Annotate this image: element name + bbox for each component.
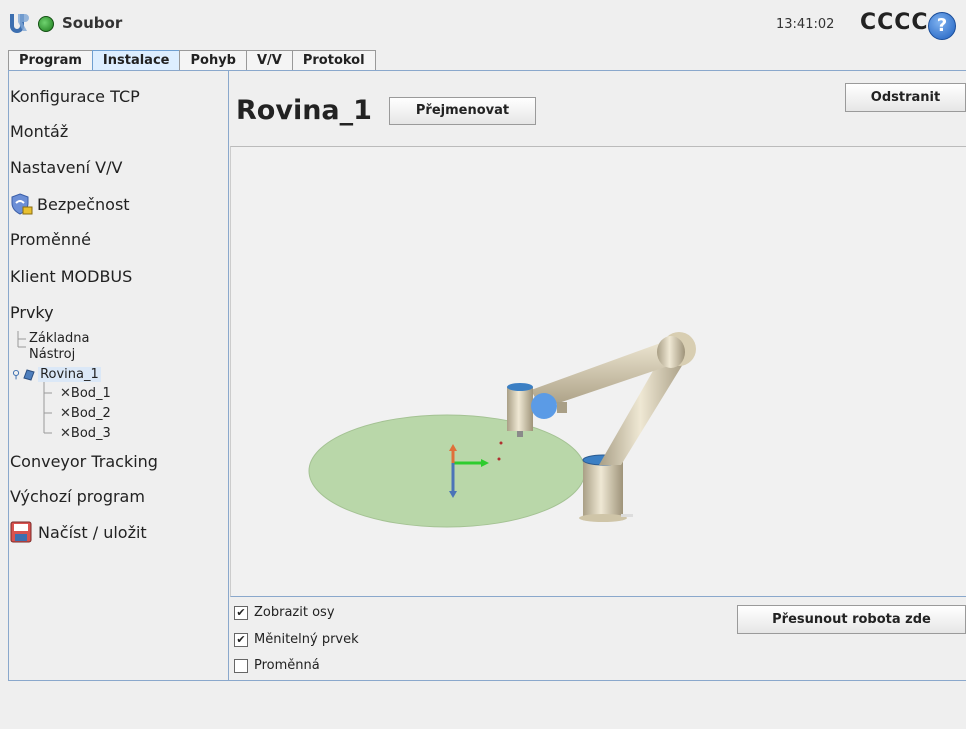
sidebar-item-label: Načíst / uložit	[38, 522, 147, 542]
sidebar-item-label: Bezpečnost	[37, 194, 130, 214]
installation-sidebar: Konfigurace TCP Montáž Nastavení V/V Bez…	[8, 71, 229, 680]
point-icon: ✕	[60, 426, 71, 441]
plane-feature-icon	[23, 368, 35, 381]
help-icon[interactable]: ?	[928, 12, 956, 40]
sidebar-item-variables[interactable]: Proměnné	[10, 230, 91, 249]
sidebar-item-tcp-config[interactable]: Konfigurace TCP	[10, 87, 140, 106]
sidebar-item-io-setup[interactable]: Nastavení V/V	[10, 158, 122, 177]
tree-item-plane-label: Rovina_1	[38, 367, 101, 382]
file-menu[interactable]: Soubor	[62, 14, 122, 32]
ur-logo-icon	[10, 14, 29, 33]
delete-button[interactable]: Odstranit	[845, 83, 966, 112]
point-label: Bod_1	[70, 386, 111, 401]
feature-plane	[308, 414, 586, 528]
show-axes-checkbox[interactable]: ✔ Zobrazit osy	[234, 605, 335, 620]
variable-feature-checkbox[interactable]: ✔ Měnitelný prvek	[234, 632, 359, 647]
checkbox-label: Měnitelný prvek	[254, 632, 359, 647]
move-robot-here-button[interactable]: Přesunout robota zde	[737, 605, 966, 634]
main-tabs: Program Instalace Pohyb V/V Protokol	[8, 50, 376, 71]
robot-name: CCCC	[860, 10, 929, 35]
tab-log[interactable]: Protokol	[291, 50, 376, 70]
safety-shield-icon	[11, 193, 33, 215]
save-disk-icon	[10, 521, 32, 543]
top-bar: Soubor 13:41:02 CCCC ?	[0, 0, 966, 48]
tab-installation[interactable]: Instalace	[91, 50, 181, 70]
tab-program[interactable]: Program	[8, 50, 93, 70]
tree-item-point-3[interactable]: ✕Bod_3	[60, 426, 111, 441]
sidebar-item-conveyor-tracking[interactable]: Conveyor Tracking	[10, 452, 158, 471]
point-label: Bod_2	[70, 406, 111, 421]
tree-item-tool[interactable]: Nástroj	[29, 347, 75, 362]
tab-move[interactable]: Pohyb	[179, 50, 247, 70]
tree-expand-icon[interactable]: ⚲	[12, 368, 20, 381]
tab-io[interactable]: V/V	[245, 50, 293, 70]
point-label: Bod_3	[70, 426, 111, 441]
robot-base	[579, 454, 633, 522]
sidebar-item-safety[interactable]: Bezpečnost	[10, 192, 130, 216]
robot-scene	[308, 332, 696, 528]
sidebar-item-default-program[interactable]: Výchozí program	[10, 487, 145, 506]
point-icon: ✕	[60, 406, 71, 421]
tree-item-base[interactable]: Základna	[29, 331, 89, 346]
page-title: Rovina_1	[236, 95, 372, 126]
rename-button[interactable]: Přejmenovat	[389, 97, 536, 125]
variable-checkbox[interactable]: Proměnná	[234, 658, 320, 673]
tree-item-point-1[interactable]: ✕Bod_1	[60, 386, 111, 401]
sidebar-item-modbus[interactable]: Klient MODBUS	[10, 267, 132, 286]
point-icon: ✕	[60, 386, 71, 401]
checkbox-checked-icon: ✔	[234, 605, 248, 620]
3d-viewport[interactable]	[230, 146, 966, 597]
clock: 13:41:02	[776, 17, 835, 32]
checkbox-checked-icon: ✔	[234, 632, 248, 647]
tree-item-plane[interactable]: ⚲ Rovina_1	[12, 367, 101, 382]
checkbox-unchecked-icon	[234, 658, 248, 673]
sidebar-item-mounting[interactable]: Montáž	[10, 122, 68, 141]
sidebar-item-features[interactable]: Prvky	[10, 303, 54, 322]
checkbox-label: Proměnná	[254, 658, 320, 673]
robot-status-icon[interactable]	[38, 16, 54, 32]
sidebar-item-load-save[interactable]: Načíst / uložit	[10, 521, 147, 543]
tree-item-point-2[interactable]: ✕Bod_2	[60, 406, 111, 421]
checkbox-label: Zobrazit osy	[254, 605, 335, 620]
